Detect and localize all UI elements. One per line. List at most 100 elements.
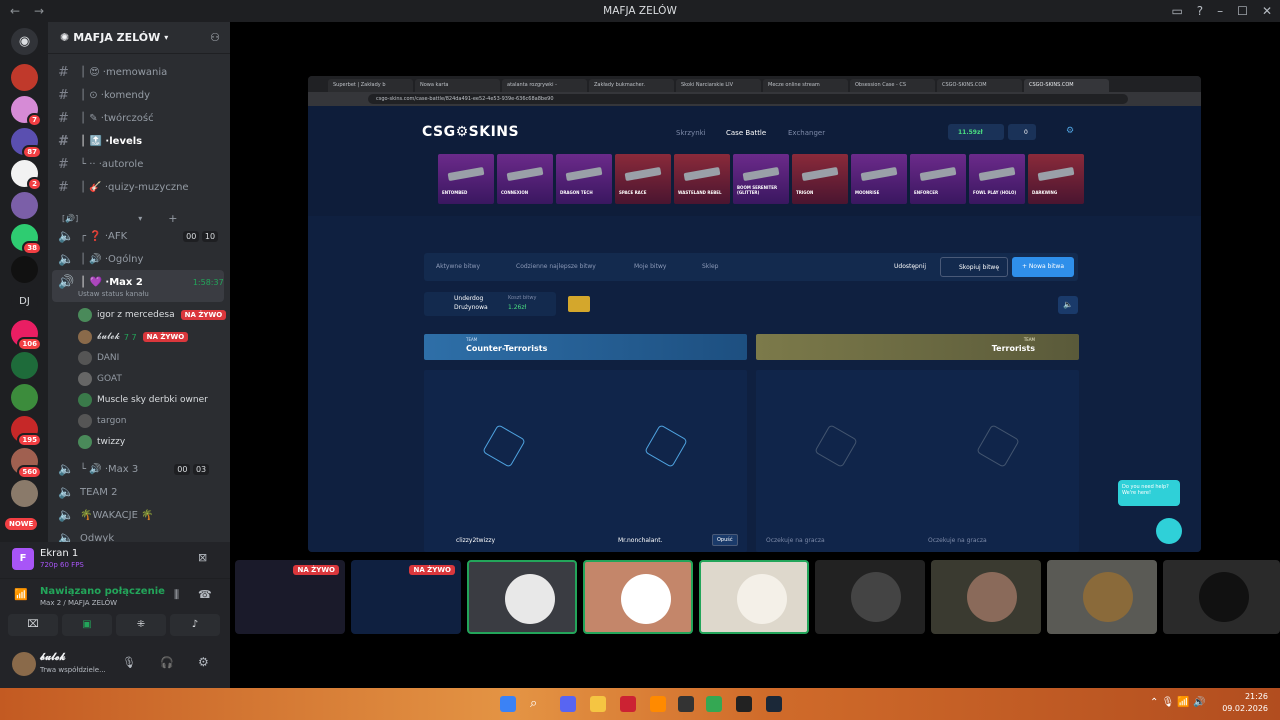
browser-window[interactable]: Superbet | Zakłady b Nowa karta atalanta…: [308, 76, 1201, 552]
skin-card[interactable]: DRAGON TECH: [556, 154, 612, 204]
skin-card[interactable]: CONNEXION: [497, 154, 553, 204]
voice-member[interactable]: GOAT: [78, 369, 122, 389]
skin-card[interactable]: WASTELAND REBEL: [674, 154, 730, 204]
close-icon[interactable]: ✕: [1262, 4, 1272, 18]
voice-member[interactable]: DANI: [78, 348, 119, 368]
channel-tworczosc[interactable]: # │ ✎ · twórczość: [58, 108, 154, 128]
participant-tile[interactable]: [583, 560, 693, 634]
browser-tab[interactable]: atalanta rozgrywki -: [502, 79, 587, 92]
noise-icon[interactable]: ⫼: [174, 588, 179, 602]
activities-button[interactable]: ⁜: [116, 614, 166, 636]
server-icon[interactable]: [11, 192, 38, 219]
discord-taskbar-icon[interactable]: [560, 696, 576, 712]
app-icon[interactable]: [736, 696, 752, 712]
channel-autorole[interactable]: # └ ·· · autorole: [58, 154, 143, 174]
minimize-icon[interactable]: –: [1217, 4, 1223, 18]
browser-tab[interactable]: Mecze online stream: [763, 79, 848, 92]
nav-case-battle[interactable]: Case Battle: [726, 129, 766, 137]
username[interactable]: 𝓫𝓾𝓵𝓮𝓴: [40, 652, 65, 663]
tab-my-battles[interactable]: Moje bitwy: [634, 263, 666, 270]
add-channel-icon[interactable]: +: [168, 212, 177, 225]
voice-max2[interactable]: 🔊 │ 💜 · Max 2 1:58:37: [58, 272, 224, 292]
voice-member[interactable]: twizzy: [78, 432, 125, 452]
participant-tile[interactable]: [1047, 560, 1157, 634]
server-dj[interactable]: DJ: [11, 288, 38, 315]
chrome-icon[interactable]: [706, 696, 722, 712]
balance[interactable]: 11.59zł: [948, 124, 1004, 140]
disconnect-icon[interactable]: ☎: [198, 588, 212, 601]
headphones-icon[interactable]: 🎧: [160, 656, 174, 669]
microphone-icon[interactable]: 🎙: [122, 656, 136, 669]
file-explorer-icon[interactable]: [590, 696, 606, 712]
server-icon[interactable]: 38: [11, 224, 42, 255]
participant-tile[interactable]: [699, 560, 809, 634]
clock-time[interactable]: 21:26: [1228, 692, 1268, 701]
signal-icon[interactable]: 📶: [14, 588, 28, 601]
participant-tile[interactable]: [467, 560, 577, 634]
voice-member[interactable]: 𝓫𝓾𝓵𝓮𝓴 7 7 NA ŻYWO: [78, 327, 189, 347]
server-icon[interactable]: 106: [11, 320, 42, 351]
app-icon[interactable]: [650, 696, 666, 712]
channel-komendy[interactable]: # │ ⊙ · komendy: [58, 85, 150, 105]
voice-team2[interactable]: 🔈 TEAM 2: [58, 482, 117, 502]
browser-tab-active[interactable]: CSGO-SKINS.COM: [1024, 79, 1109, 92]
browser-tab[interactable]: Skoki Narciarskie LIV: [676, 79, 761, 92]
voice-category[interactable]: [🔊] ▾ +: [62, 208, 177, 228]
channel-status[interactable]: Ustaw status kanału: [78, 290, 149, 298]
skin-card[interactable]: ENTOMBED: [438, 154, 494, 204]
leave-button[interactable]: Opuść: [712, 534, 738, 546]
browser-tab[interactable]: Superbet | Zakłady b: [328, 79, 413, 92]
new-badge[interactable]: NOWE: [5, 518, 38, 530]
tab-shop[interactable]: Sklep: [702, 263, 718, 270]
maximize-icon[interactable]: ☐: [1237, 4, 1248, 18]
server-icon[interactable]: [11, 256, 38, 283]
start-icon[interactable]: [500, 696, 516, 712]
screen-share-button[interactable]: ▣: [62, 614, 112, 636]
voice-member[interactable]: targon: [78, 411, 127, 431]
app-icon[interactable]: [678, 696, 694, 712]
stop-share-icon[interactable]: ⊠: [198, 551, 207, 564]
channel-quizy-muzyczne[interactable]: # │ 🎸 · quizy-muzyczne: [58, 177, 189, 197]
voice-afk[interactable]: 🔈 ┌ ❓ · AFK 00 10: [58, 226, 219, 246]
server-icon[interactable]: 560: [11, 448, 42, 479]
server-icon[interactable]: 2: [11, 160, 42, 191]
sound-icon[interactable]: 🔈: [1058, 296, 1078, 314]
help-icon[interactable]: ?: [1197, 4, 1203, 18]
skin-card[interactable]: ENFORCER: [910, 154, 966, 204]
settings-icon[interactable]: ⚙: [1066, 126, 1074, 136]
server-icon[interactable]: 195: [11, 416, 42, 447]
server-icon[interactable]: [11, 64, 38, 91]
skin-card[interactable]: SPACE RACE: [615, 154, 671, 204]
opera-icon[interactable]: [620, 696, 636, 712]
server-icon[interactable]: [11, 480, 38, 507]
gear-icon[interactable]: ⚙: [198, 655, 209, 669]
coins[interactable]: 0: [1008, 124, 1036, 140]
help-bubble[interactable]: Do you need help? We're here!: [1118, 480, 1180, 506]
browser-tab[interactable]: Zakłady bukmacher.: [589, 79, 674, 92]
connection-status[interactable]: Nawiązano połączenie: [40, 586, 165, 597]
url-field[interactable]: csgo-skins.com/case-battle/824da491-ee52…: [368, 94, 1128, 104]
search-icon[interactable]: ⌕: [530, 696, 546, 712]
participant-tile[interactable]: [931, 560, 1041, 634]
server-icon[interactable]: [11, 384, 38, 411]
browser-tab[interactable]: Nowa karta: [415, 79, 500, 92]
channel-levels[interactable]: # │ 🔝 · levels: [58, 131, 142, 151]
tab-active-battles[interactable]: Aktywne bitwy: [436, 263, 480, 270]
chat-icon[interactable]: [1156, 518, 1182, 544]
soundboard-button[interactable]: ♪: [170, 614, 220, 636]
copy-battle-button[interactable]: Skopiuj bitwę: [940, 257, 1008, 277]
server-icon[interactable]: 7: [11, 96, 42, 127]
voice-member[interactable]: Muscle sky derbki owner: [78, 390, 208, 410]
skin-card[interactable]: TRIGON: [792, 154, 848, 204]
skin-card[interactable]: FOWL PLAY (HOLO): [969, 154, 1025, 204]
server-icon[interactable]: 87: [11, 128, 42, 159]
skin-card[interactable]: MOONRISE: [851, 154, 907, 204]
share-button[interactable]: Udostępnij: [894, 263, 926, 270]
voice-max3[interactable]: 🔈 └ 🔊 · Max 3 00 03: [58, 459, 210, 479]
tab-daily-best[interactable]: Codzienne najlepsze bitwy: [516, 263, 596, 270]
new-battle-button[interactable]: + Nowa bitwa: [1012, 257, 1074, 277]
channel-memowania[interactable]: # │ 😍 · memowania: [58, 62, 167, 82]
avatar[interactable]: [12, 652, 36, 676]
site-logo[interactable]: CSG⚙SKINS: [422, 124, 519, 140]
stream-thumbnail[interactable]: NA ŻYWO: [235, 560, 345, 634]
